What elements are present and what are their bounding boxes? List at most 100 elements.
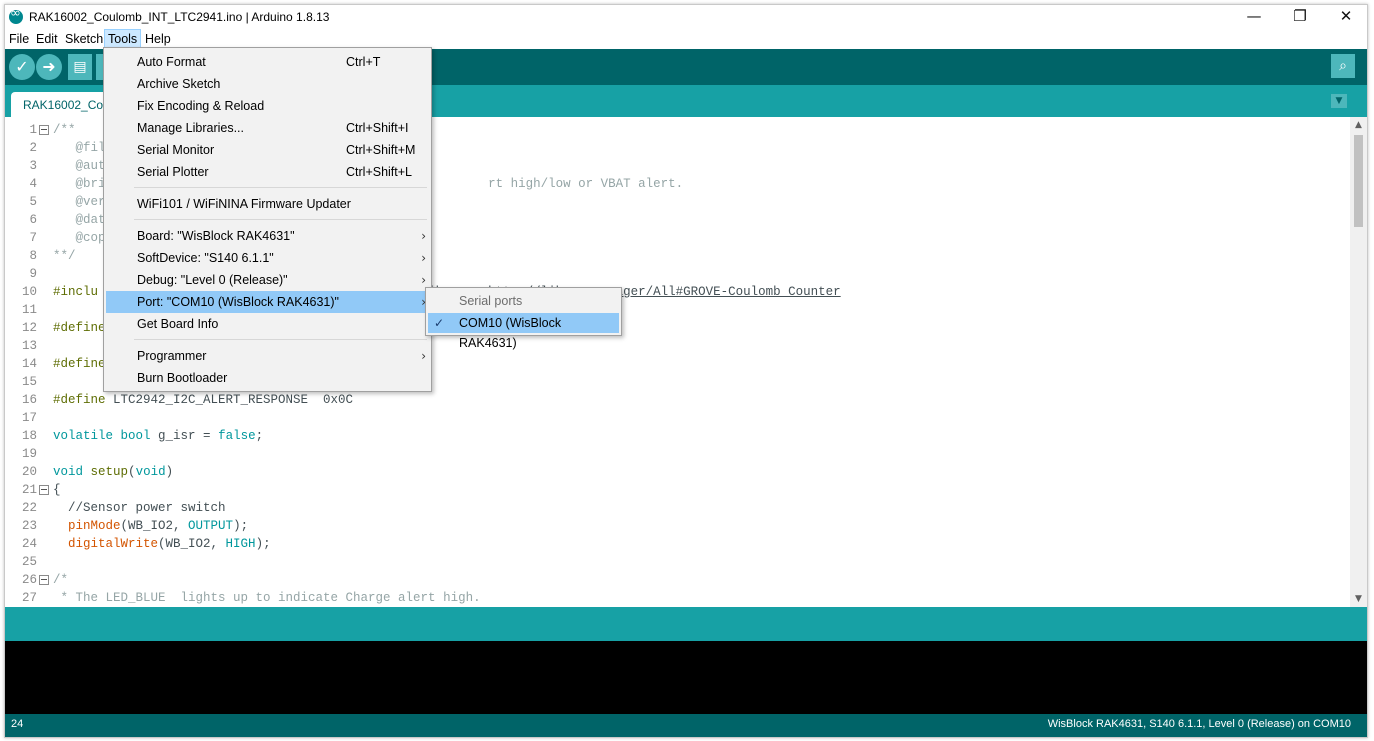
code-line[interactable]: 26 /* xyxy=(5,571,1350,589)
new-sketch-icon[interactable]: ▤ xyxy=(68,54,92,80)
status-bar: 24 WisBlock RAK4631, S140 6.1.1, Level 0… xyxy=(5,714,1367,737)
scroll-thumb[interactable] xyxy=(1354,135,1363,227)
code-line[interactable]: 19 xyxy=(5,445,1350,463)
menu-item-fix-encoding[interactable]: Fix Encoding & Reload xyxy=(106,95,429,117)
line-number: 9 xyxy=(29,267,37,281)
menu-item-serial-plotter[interactable]: Serial Plotter Ctrl+Shift+L xyxy=(106,161,429,183)
menu-item-get-board-info[interactable]: Get Board Info xyxy=(106,313,429,335)
minimize-button[interactable]: — xyxy=(1231,5,1277,29)
code-token: @bri xyxy=(53,177,106,191)
fold-toggle-icon[interactable] xyxy=(39,575,49,585)
code-line[interactable]: 21 { xyxy=(5,481,1350,499)
code-token: #inclu xyxy=(53,285,99,299)
scroll-up-icon[interactable]: ▲ xyxy=(1350,117,1367,133)
code-line[interactable]: 18 volatile bool g_isr = false; xyxy=(5,427,1350,445)
line-number: 14 xyxy=(21,357,37,371)
line-number: 25 xyxy=(21,555,37,569)
code-token: #define xyxy=(53,393,106,407)
menu-bar: File Edit Sketch Tools Help xyxy=(5,29,1367,49)
code-line[interactable]: 22 //Sensor power switch xyxy=(5,499,1350,517)
maximize-button[interactable]: ❐ xyxy=(1277,5,1323,29)
code-token: { xyxy=(53,483,61,497)
code-token: false xyxy=(218,429,256,443)
line-number: 17 xyxy=(21,411,37,425)
code-token: setup xyxy=(90,465,129,479)
menu-item-board[interactable]: Board: "WisBlock RAK4631" › xyxy=(106,225,429,247)
submenu-arrow-icon: › xyxy=(421,349,426,363)
line-number: 27 xyxy=(21,591,37,605)
status-board-info: WisBlock RAK4631, S140 6.1.1, Level 0 (R… xyxy=(1047,718,1351,730)
fold-toggle-icon[interactable] xyxy=(39,125,49,135)
submenu-arrow-icon: › xyxy=(421,251,426,265)
menu-separator xyxy=(134,339,427,340)
fold-toggle-icon[interactable] xyxy=(39,485,49,495)
menu-edit[interactable]: Edit xyxy=(33,29,61,49)
verify-icon[interactable]: ✓ xyxy=(9,54,35,80)
code-token: @fil xyxy=(53,141,106,155)
tab-menu-icon[interactable]: ▼ xyxy=(1331,94,1347,108)
menu-item-serial-monitor[interactable]: Serial Monitor Ctrl+Shift+M xyxy=(106,139,429,161)
menu-item-archive-sketch[interactable]: Archive Sketch xyxy=(106,73,429,95)
code-token: @cop xyxy=(53,231,106,245)
code-token: #define xyxy=(53,321,106,335)
menu-item-port[interactable]: Port: "COM10 (WisBlock RAK4631)" › xyxy=(106,291,429,313)
code-text: @cop xyxy=(53,229,106,247)
arduino-logo-icon xyxy=(9,6,23,24)
serial-monitor-icon[interactable]: ⌕ xyxy=(1331,54,1355,78)
menu-file[interactable]: File xyxy=(6,29,32,49)
code-text: * The LED_BLUE lights up to indicate Cha… xyxy=(53,589,481,607)
close-button[interactable]: ✕ xyxy=(1323,5,1367,29)
code-token: * The LED_BLUE lights up to indicate Cha… xyxy=(53,591,481,605)
code-token: (WB_IO2, xyxy=(158,537,226,551)
port-option-com10[interactable]: ✓ COM10 (WisBlock RAK4631) xyxy=(428,313,619,350)
vertical-scrollbar[interactable]: ▲ ▼ xyxy=(1350,117,1367,607)
line-number: 2 xyxy=(29,141,37,155)
code-line[interactable]: 24 digitalWrite(WB_IO2, HIGH); xyxy=(5,535,1350,553)
line-number: 10 xyxy=(21,285,37,299)
line-number: 15 xyxy=(21,375,37,389)
code-line[interactable]: 20 void setup(void) xyxy=(5,463,1350,481)
code-text: #define xyxy=(53,319,106,337)
menu-item-auto-format[interactable]: Auto Format Ctrl+T xyxy=(106,51,429,73)
code-line[interactable]: 25 xyxy=(5,553,1350,571)
code-token: void xyxy=(53,465,84,479)
menu-item-manage-libraries[interactable]: Manage Libraries... Ctrl+Shift+I xyxy=(106,117,429,139)
code-token: pinMode xyxy=(68,519,121,533)
line-number: 16 xyxy=(21,393,37,407)
code-text: @fil xyxy=(53,139,106,157)
port-submenu: Serial ports ✓ COM10 (WisBlock RAK4631) xyxy=(425,287,622,350)
menu-separator xyxy=(134,219,427,220)
tools-menu: Auto Format Ctrl+T Archive Sketch Fix Enc… xyxy=(103,47,432,392)
code-token: //Sensor power switch xyxy=(53,501,226,515)
menu-item-firmware-updater[interactable]: WiFi101 / WiFiNINA Firmware Updater xyxy=(106,193,429,215)
code-token: OUTPUT xyxy=(188,519,234,533)
line-number: 19 xyxy=(21,447,37,461)
menu-item-programmer[interactable]: Programmer › xyxy=(106,345,429,367)
menu-sketch[interactable]: Sketch xyxy=(62,29,106,49)
code-text: digitalWrite(WB_IO2, HIGH); xyxy=(53,535,271,553)
status-line-number: 24 xyxy=(11,718,24,730)
code-text: pinMode(WB_IO2, OUTPUT); xyxy=(53,517,248,535)
menu-help[interactable]: Help xyxy=(142,29,174,49)
code-token: digitalWrite xyxy=(68,537,159,551)
menu-item-burn-bootloader[interactable]: Burn Bootloader xyxy=(106,367,429,389)
menu-item-softdevice[interactable]: SoftDevice: "S140 6.1.1" › xyxy=(106,247,429,269)
code-token: volatile xyxy=(53,429,114,443)
menu-tools[interactable]: Tools xyxy=(104,29,142,49)
code-line[interactable]: 23 pinMode(WB_IO2, OUTPUT); xyxy=(5,517,1350,535)
menu-separator xyxy=(134,187,427,188)
upload-icon[interactable]: ➜ xyxy=(36,54,62,80)
code-line[interactable]: 16 #define LTC2942_I2C_ALERT_RESPONSE 0x0… xyxy=(5,391,1350,409)
code-line[interactable]: 27 * The LED_BLUE lights up to indicate … xyxy=(5,589,1350,607)
scroll-down-icon[interactable]: ▼ xyxy=(1350,591,1367,607)
code-text: #define LTC2942_I2C_ALERT_RESPONSE 0x0C xyxy=(53,391,353,409)
line-number: 20 xyxy=(21,465,37,479)
code-text: /* xyxy=(53,571,68,589)
code-text: @ver xyxy=(53,193,106,211)
code-token: **/ xyxy=(53,249,76,263)
code-line[interactable]: 17 xyxy=(5,409,1350,427)
menu-item-debug[interactable]: Debug: "Level 0 (Release)" › xyxy=(106,269,429,291)
